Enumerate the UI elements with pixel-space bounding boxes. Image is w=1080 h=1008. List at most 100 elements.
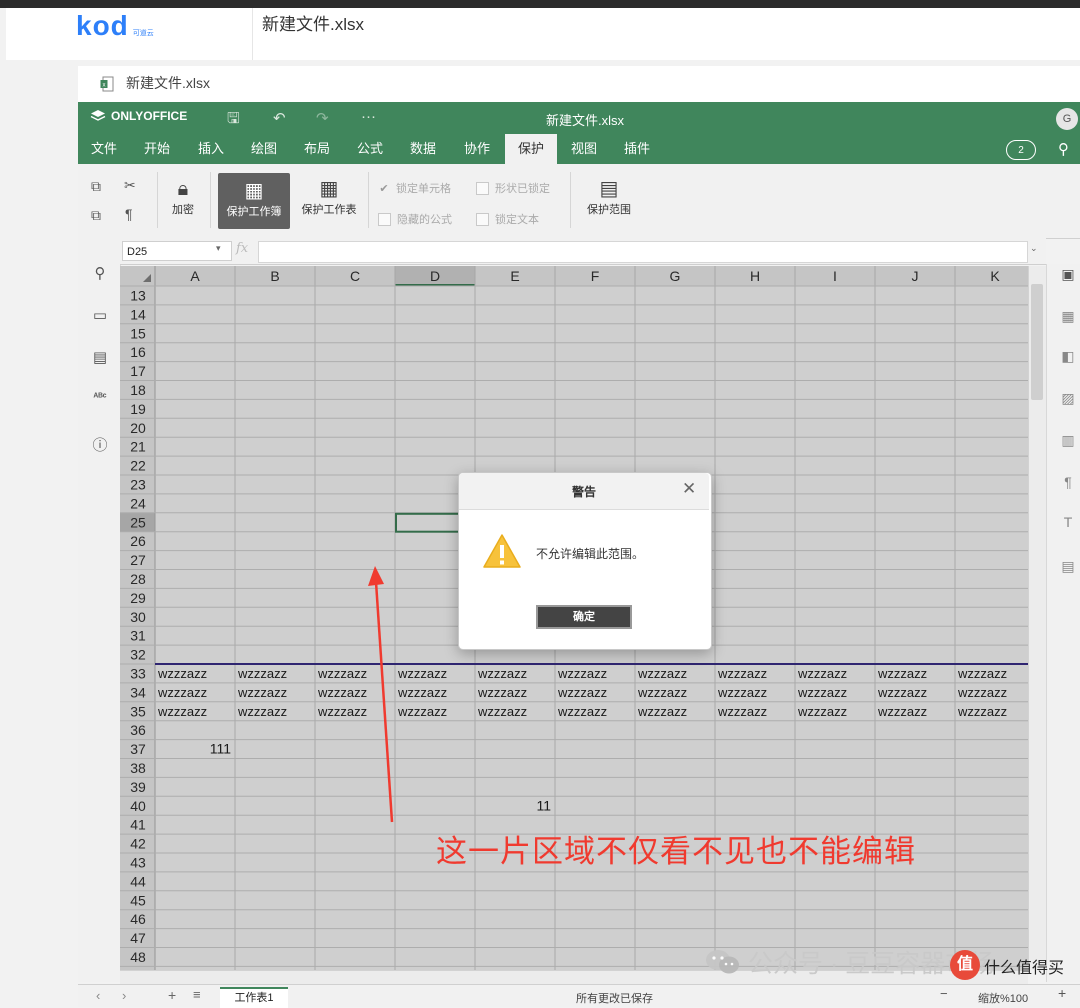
table-settings-icon[interactable]: ▦ — [1058, 308, 1078, 325]
kod-logo-text: kod — [76, 10, 129, 41]
file-band — [78, 66, 1080, 102]
cell-H35: wzzzazz — [717, 704, 767, 719]
zoom-level[interactable]: 缩放%100 — [978, 990, 1028, 1006]
sheet-next-icon[interactable]: › — [122, 988, 126, 1003]
add-sheet-icon[interactable]: + — [168, 987, 176, 1003]
column-header-B: B — [270, 268, 279, 284]
paste-icon[interactable]: ⧉ — [91, 207, 101, 224]
chat-icon[interactable]: ▤ — [90, 348, 110, 366]
search-icon[interactable]: ⚲ — [90, 264, 110, 282]
file-band-title: 新建文件.xlsx — [126, 75, 210, 91]
locked-cell-checkbox[interactable]: ✔ 锁定单元格 — [378, 180, 451, 196]
annotation-text: 这一片区域不仅看不见也不能编辑 — [436, 834, 916, 869]
pivot-settings-icon[interactable]: ▤ — [1058, 558, 1078, 575]
row-header-44: 44 — [130, 873, 146, 889]
row-header-34: 34 — [130, 684, 146, 700]
row-header-46: 46 — [130, 911, 146, 927]
image-settings-icon[interactable]: ▨ — [1058, 390, 1078, 407]
close-icon[interactable]: ✕ — [682, 479, 696, 499]
dialog-message: 不允许编辑此范围。 — [536, 547, 645, 561]
cell-I35: wzzzazz — [797, 704, 847, 719]
tab-home[interactable]: 开始 — [134, 134, 180, 164]
sheet-list-icon[interactable]: ≡ — [193, 987, 201, 1002]
tab-formula[interactable]: 公式 — [347, 134, 393, 164]
cut-icon[interactable]: ✂ — [124, 177, 136, 194]
shape-locked-checkbox[interactable]: 形状已锁定 — [476, 180, 550, 196]
vertical-scroll-thumb[interactable] — [1031, 284, 1043, 400]
save-icon[interactable]: 🖫 — [227, 110, 240, 128]
formula-input[interactable] — [258, 241, 1028, 263]
shape-settings-icon[interactable]: ◧ — [1058, 348, 1078, 365]
ok-button[interactable]: 确定 — [536, 605, 632, 629]
check-icon: ✔ — [379, 182, 389, 195]
spellcheck-icon[interactable]: ᴬᴮᶜ — [90, 392, 110, 403]
zdm-badge: 值 — [950, 950, 980, 980]
tab-draw[interactable]: 绘图 — [241, 134, 287, 164]
cell-A37: 111 — [210, 741, 231, 757]
cell-I34: wzzzazz — [797, 685, 847, 700]
cell-J33: wzzzazz — [877, 666, 927, 681]
row-header-28: 28 — [130, 571, 146, 587]
cell-K34: wzzzazz — [957, 685, 1007, 700]
zoom-out-icon[interactable]: − — [940, 986, 948, 1001]
row-header-39: 39 — [130, 779, 146, 795]
protect-workbook-button[interactable]: ▦ 保护工作簿 — [218, 173, 290, 229]
row-header-31: 31 — [130, 628, 146, 644]
tab-file[interactable]: 文件 — [82, 134, 126, 164]
kod-logo[interactable]: kod 可道云 — [76, 8, 154, 44]
info-icon[interactable]: ⓘ — [90, 434, 110, 455]
tab-collaborate[interactable]: 协作 — [454, 134, 500, 164]
cell-F35: wzzzazz — [557, 704, 607, 719]
checkbox-box — [476, 212, 489, 226]
tab-protection[interactable]: 保护 — [505, 134, 557, 164]
sheet-tab[interactable]: 工作表1 — [220, 987, 288, 1008]
cell-A35: wzzzazz — [157, 704, 207, 719]
protect-sheet-button[interactable]: ▦ 保护工作表 — [294, 177, 364, 217]
zoom-in-icon[interactable]: + — [1058, 985, 1066, 1001]
hidden-formula-checkbox[interactable]: 隐藏的公式 — [378, 211, 452, 227]
chevron-down-icon[interactable]: ▾ — [216, 243, 221, 254]
column-header-H: H — [750, 268, 760, 284]
column-header-A: A — [190, 268, 200, 284]
tab-insert[interactable]: 插入 — [188, 134, 234, 164]
cell-F34: wzzzazz — [557, 685, 607, 700]
undo-icon[interactable]: ↶ — [273, 110, 286, 128]
sheet-prev-icon[interactable]: ‹ — [96, 988, 100, 1003]
locked-cell-label: 锁定单元格 — [396, 183, 451, 195]
lock-text-checkbox[interactable]: 锁定文本 — [476, 211, 539, 227]
protect-sheet-label: 保护工作表 — [301, 204, 357, 216]
row-header-14: 14 — [130, 306, 146, 322]
lock-icon: 🔒︎ — [177, 178, 189, 200]
comment-icon[interactable]: ▭ — [90, 306, 110, 324]
format-painter-icon[interactable]: ¶ — [125, 206, 133, 222]
chevron-down-icon[interactable]: ⌄ — [1030, 243, 1038, 254]
copy-icon[interactable]: ⧉ — [91, 178, 101, 195]
comments-users-button[interactable]: 2 — [1006, 140, 1036, 160]
search-icon[interactable]: ⚲ — [1058, 140, 1069, 158]
cell-I33: wzzzazz — [797, 666, 847, 681]
protect-range-button[interactable]: ▤ 保护范围 — [578, 177, 640, 217]
encrypt-button[interactable]: 🔒︎ 加密 — [162, 177, 204, 217]
text-art-icon[interactable]: T — [1058, 514, 1078, 530]
tab-layout[interactable]: 布局 — [294, 134, 340, 164]
redo-icon[interactable]: ↷ — [316, 110, 329, 128]
onlyoffice-logo: ONLYOFFICE — [90, 109, 187, 123]
paragraph-settings-icon[interactable]: ¶ — [1058, 474, 1078, 490]
column-header-D: D — [430, 268, 440, 284]
dialog-title: 警告 — [571, 485, 596, 499]
tab-data[interactable]: 数据 — [400, 134, 446, 164]
cell-settings-icon[interactable]: ▣ — [1058, 266, 1078, 283]
cell-G35: wzzzazz — [637, 704, 687, 719]
more-button[interactable]: ··· — [361, 108, 376, 126]
column-header-F: F — [591, 268, 600, 284]
row-header-17: 17 — [130, 363, 146, 379]
chart-settings-icon[interactable]: ▥ — [1058, 432, 1078, 449]
row-header-16: 16 — [130, 344, 146, 360]
function-icon[interactable]: fx — [236, 241, 248, 256]
user-avatar[interactable]: G — [1056, 108, 1078, 130]
row-header-26: 26 — [130, 533, 146, 549]
header-separator — [252, 8, 253, 60]
cell-G34: wzzzazz — [637, 685, 687, 700]
tab-view[interactable]: 视图 — [561, 134, 607, 164]
tab-plugins[interactable]: 插件 — [614, 134, 660, 164]
